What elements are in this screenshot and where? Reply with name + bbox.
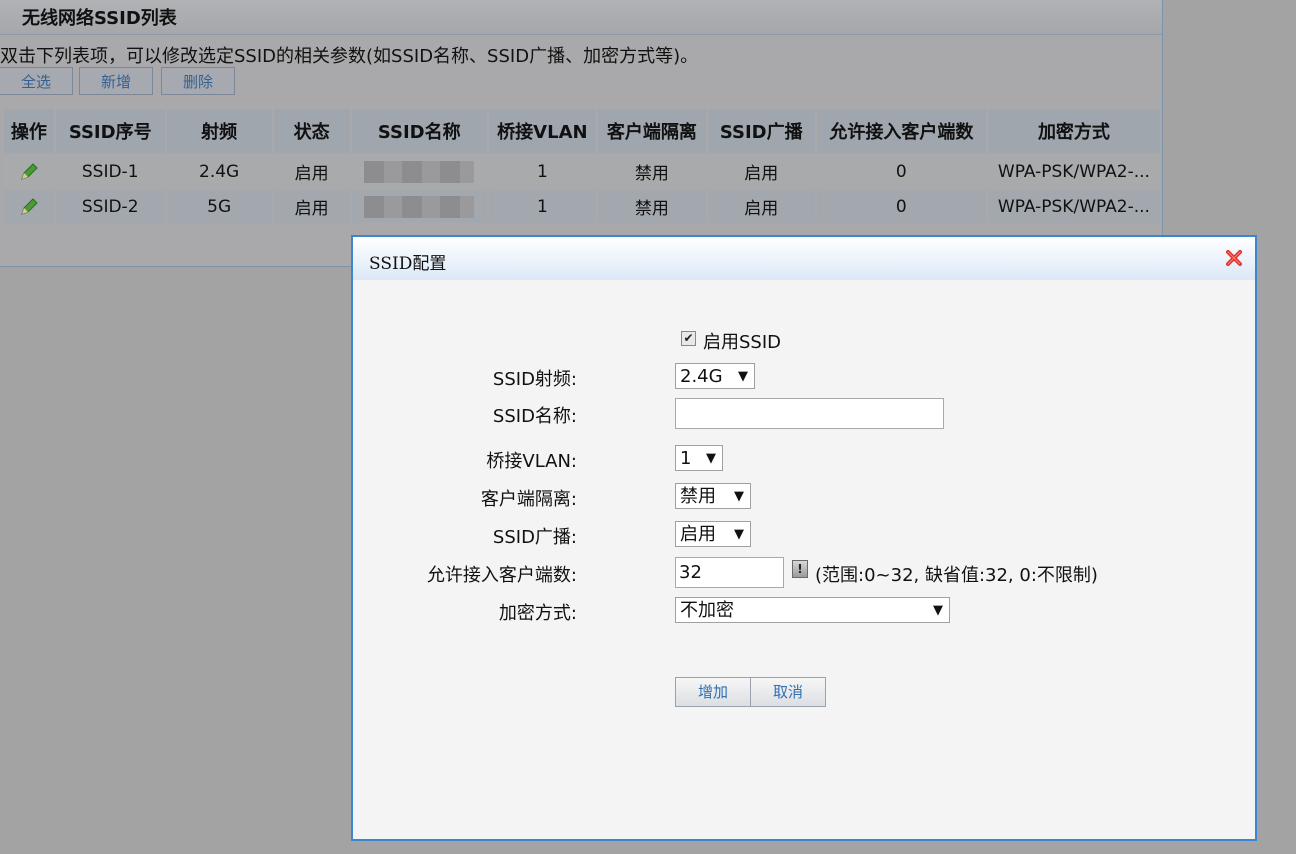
edit-pencil-icon[interactable] bbox=[19, 197, 39, 217]
redacted-ssid-name bbox=[364, 160, 475, 183]
cell-encryption: WPA-PSK/WPA2-... bbox=[986, 188, 1163, 223]
band-row: SSID射频: 2.4G ▼ bbox=[353, 363, 1255, 395]
info-icon: ! bbox=[792, 560, 808, 578]
select-all-button[interactable]: 全选 bbox=[0, 67, 73, 95]
dialog-header: SSID配置 bbox=[353, 237, 1255, 280]
col-header-band: 射频 bbox=[165, 109, 274, 154]
edit-cell[interactable] bbox=[4, 188, 56, 223]
cell-isolation: 禁用 bbox=[597, 153, 708, 189]
cell-clients: 0 bbox=[815, 188, 988, 223]
clients-range-hint: (范围:0~32, 缺省值:32, 0:不限制) bbox=[815, 565, 1098, 586]
cell-band: 5G bbox=[165, 188, 274, 223]
cell-encryption: WPA-PSK/WPA2-... bbox=[986, 153, 1163, 189]
vlan-select[interactable]: 1 ▼ bbox=[675, 445, 723, 471]
confirm-add-button[interactable]: 增加 bbox=[675, 677, 751, 707]
panel-hint: 双击下列表项，可以修改选定SSID的相关参数(如SSID名称、SSID广播、加密… bbox=[0, 46, 699, 67]
broadcast-row: SSID广播: 启用 ▼ bbox=[353, 521, 1255, 553]
delete-button[interactable]: 删除 bbox=[161, 67, 235, 95]
enable-ssid-checkbox[interactable]: ✔ bbox=[681, 331, 696, 346]
ssid-list-panel: 无线网络SSID列表 双击下列表项，可以修改选定SSID的相关参数(如SSID名… bbox=[0, 0, 1163, 267]
col-header-encryption: 加密方式 bbox=[986, 109, 1163, 154]
vlan-row: 桥接VLAN: 1 ▼ bbox=[353, 445, 1255, 477]
cell-vlan: 1 bbox=[487, 153, 599, 189]
broadcast-select[interactable]: 启用 ▼ bbox=[675, 521, 751, 547]
dropdown-arrow-icon: ▼ bbox=[933, 603, 943, 618]
col-header-ssid-index: SSID序号 bbox=[54, 109, 167, 154]
enable-ssid-label: 启用SSID bbox=[703, 332, 782, 353]
ssid-name-input[interactable] bbox=[675, 398, 944, 429]
ssid-config-dialog: SSID配置 ✔ 启用SSID SSID射频: 2.4G ▼ SSID名称: 桥… bbox=[351, 235, 1257, 841]
vlan-select-value: 1 bbox=[680, 448, 692, 469]
cell-band: 2.4G bbox=[165, 153, 274, 189]
encryption-select[interactable]: 不加密 ▼ bbox=[675, 597, 950, 623]
ssid-table: 操作 SSID序号 射频 状态 SSID名称 桥接VLAN 客户端隔离 SSID… bbox=[4, 109, 1163, 223]
encryption-label: 加密方式: bbox=[498, 603, 577, 624]
band-label: SSID射频: bbox=[492, 369, 577, 390]
dialog-title: SSID配置 bbox=[369, 254, 447, 274]
col-header-action: 操作 bbox=[4, 109, 56, 154]
encryption-row: 加密方式: 不加密 ▼ bbox=[353, 597, 1255, 629]
edit-cell[interactable] bbox=[4, 153, 56, 189]
cell-clients: 0 bbox=[815, 153, 988, 189]
broadcast-label: SSID广播: bbox=[492, 527, 577, 548]
ssid-name-label: SSID名称: bbox=[492, 406, 577, 427]
col-header-isolation: 客户端隔离 bbox=[597, 109, 708, 154]
band-select[interactable]: 2.4G ▼ bbox=[675, 363, 755, 389]
table-header-row: 操作 SSID序号 射频 状态 SSID名称 桥接VLAN 客户端隔离 SSID… bbox=[4, 109, 1163, 154]
dropdown-arrow-icon: ▼ bbox=[734, 489, 744, 504]
dropdown-arrow-icon: ▼ bbox=[734, 527, 744, 542]
cell-isolation: 禁用 bbox=[597, 188, 708, 223]
col-header-ssid-name: SSID名称 bbox=[350, 109, 489, 154]
edit-pencil-icon[interactable] bbox=[19, 162, 39, 182]
cell-ssid-index: SSID-2 bbox=[54, 188, 167, 223]
cell-ssid-name bbox=[350, 153, 489, 189]
panel-title: 无线网络SSID列表 bbox=[22, 8, 177, 29]
clients-row: 允许接入客户端数: 32 ! (范围:0~32, 缺省值:32, 0:不限制) bbox=[353, 557, 1255, 589]
col-header-broadcast: SSID广播 bbox=[706, 109, 817, 154]
table-row[interactable]: SSID-2 5G 启用 1 禁用 启用 0 WPA-PSK/WPA2-... bbox=[4, 188, 1163, 223]
table-row[interactable]: SSID-1 2.4G 启用 1 禁用 启用 0 WPA-PSK/WPA2-..… bbox=[4, 153, 1163, 189]
redacted-ssid-name bbox=[364, 195, 475, 218]
encryption-select-value: 不加密 bbox=[680, 600, 734, 621]
isolation-select-value: 禁用 bbox=[680, 486, 716, 507]
col-header-clients: 允许接入客户端数 bbox=[815, 109, 988, 154]
name-row: SSID名称: bbox=[353, 398, 1255, 430]
clients-input[interactable]: 32 bbox=[675, 557, 784, 588]
clients-label: 允许接入客户端数: bbox=[426, 565, 577, 586]
cell-vlan: 1 bbox=[487, 188, 599, 223]
cell-status: 启用 bbox=[272, 153, 352, 189]
vlan-label: 桥接VLAN: bbox=[486, 451, 577, 472]
band-select-value: 2.4G bbox=[680, 366, 723, 387]
col-header-vlan: 桥接VLAN bbox=[487, 109, 599, 154]
broadcast-select-value: 启用 bbox=[680, 524, 716, 545]
cell-ssid-index: SSID-1 bbox=[54, 153, 167, 189]
enable-row: ✔ 启用SSID bbox=[353, 329, 1255, 361]
cancel-button[interactable]: 取消 bbox=[750, 677, 826, 707]
cell-broadcast: 启用 bbox=[706, 153, 817, 189]
dropdown-arrow-icon: ▼ bbox=[738, 369, 748, 384]
isolation-label: 客户端隔离: bbox=[480, 489, 577, 510]
isolation-row: 客户端隔离: 禁用 ▼ bbox=[353, 483, 1255, 515]
cell-broadcast: 启用 bbox=[706, 188, 817, 223]
add-button[interactable]: 新增 bbox=[79, 67, 153, 95]
isolation-select[interactable]: 禁用 ▼ bbox=[675, 483, 751, 509]
cell-ssid-name bbox=[350, 188, 489, 223]
close-icon[interactable] bbox=[1225, 249, 1243, 267]
dropdown-arrow-icon: ▼ bbox=[706, 451, 716, 466]
cell-status: 启用 bbox=[272, 188, 352, 223]
col-header-status: 状态 bbox=[272, 109, 352, 154]
